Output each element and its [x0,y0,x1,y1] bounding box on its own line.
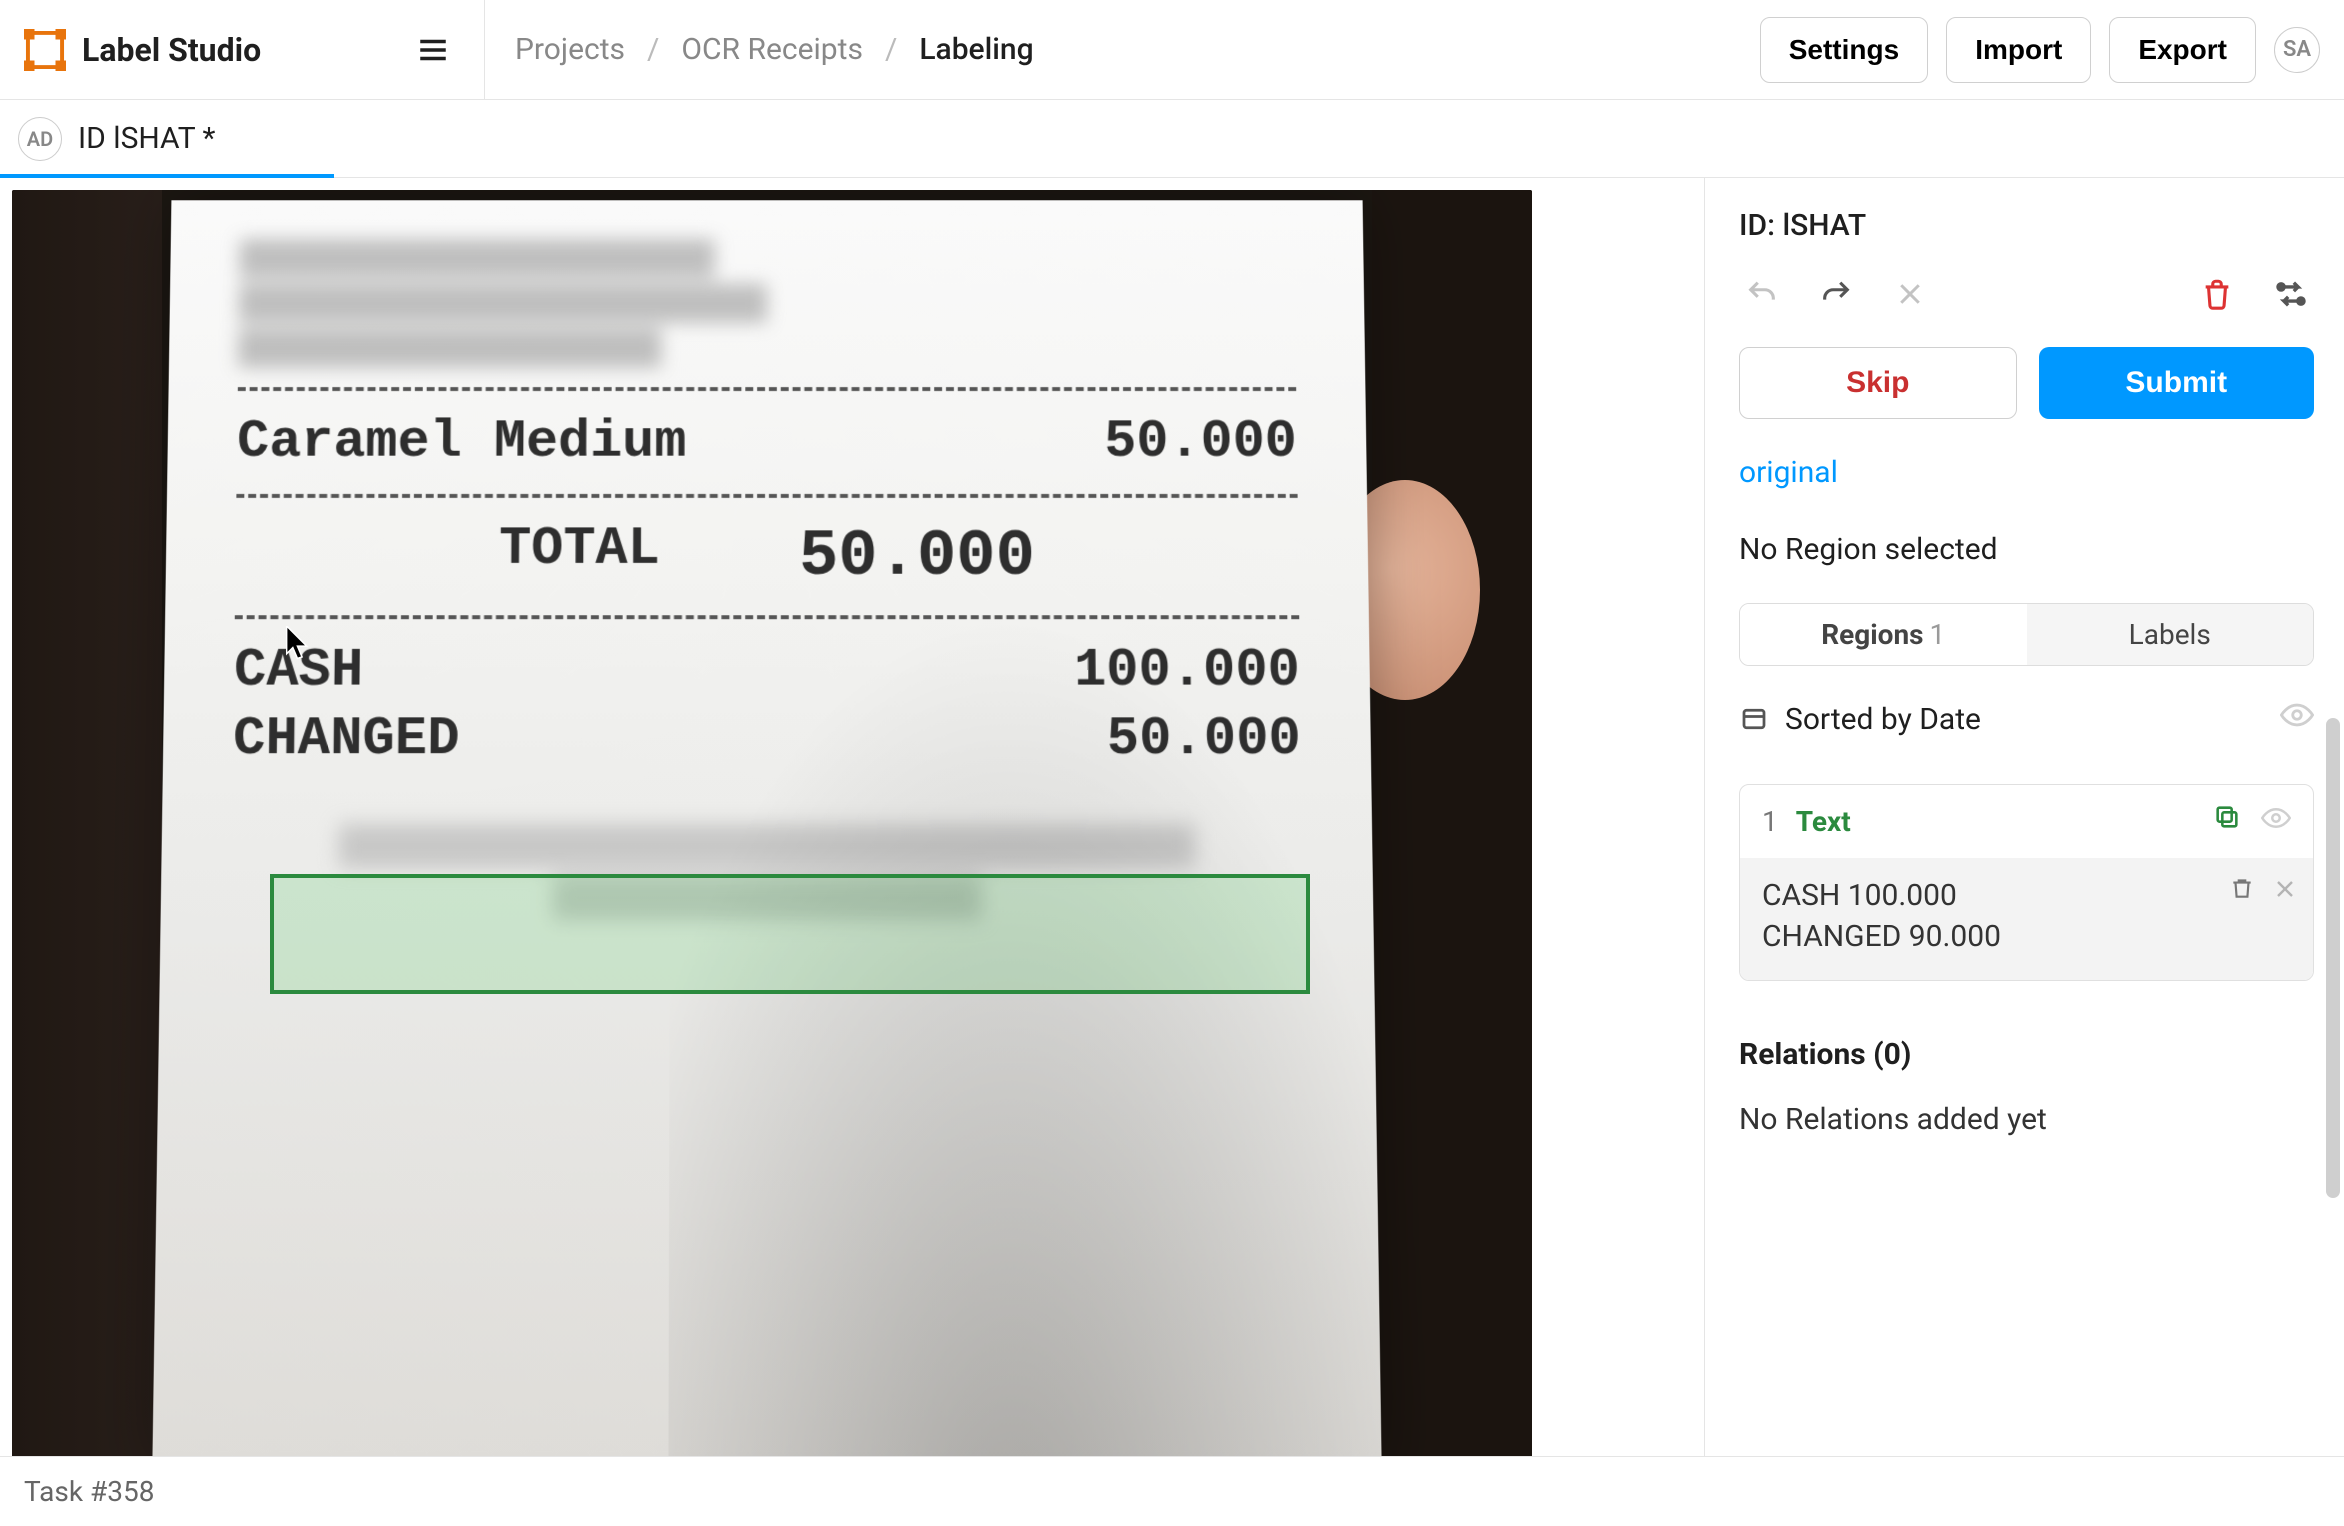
tab-labels[interactable]: Labels [2027,604,2314,665]
no-region-text: No Region selected [1739,532,2314,567]
receipt-changed-row: CHANGED 50.000 [233,705,1302,774]
annotator-badge: AD [18,117,62,161]
breadcrumb: Projects / OCR Receipts / Labeling [515,32,1740,67]
sort-row[interactable]: Sorted by Date [1739,698,2314,740]
menu-icon[interactable] [412,29,454,71]
redo-icon[interactable] [1813,271,1859,317]
visibility-icon[interactable] [2261,803,2291,840]
logo-block: Label Studio [24,29,454,71]
receipt-line-item: Caramel Medium 50.000 [237,409,1298,477]
trash-icon[interactable] [2229,874,2255,909]
breadcrumb-root[interactable]: Projects [515,32,625,67]
region-head: 1 Text [1740,785,2313,858]
region-text-line1: CASH 100.000 [1762,878,2291,913]
history-toolbar [1739,271,2314,317]
bg-right [1372,190,1532,1456]
region-card[interactable]: 1 Text CASH 100.000 CHANGED 90.000 [1739,784,2314,981]
tab-regions-label: Regions [1821,618,1923,651]
receipt-image: Caramel Medium 50.000 TOTAL 50.000 CASH … [152,200,1381,1456]
image-canvas[interactable]: Caramel Medium 50.000 TOTAL 50.000 CASH … [12,190,1532,1456]
delete-icon[interactable] [2194,271,2240,317]
receipt-cash-row: CASH 100.000 [234,637,1301,705]
regions-tabs: Regions1 Labels [1739,603,2314,666]
task-tab-bar: AD ID lSHAT * [0,100,2344,178]
tab-regions-count: 1 [1930,618,1946,651]
receipt-changed-label: CHANGED [233,709,460,770]
receipt-total-label: TOTAL [499,520,660,594]
canvas-wrap: Caramel Medium 50.000 TOTAL 50.000 CASH … [0,178,1704,1456]
sort-icon [1739,704,1769,734]
receipt-total-value: 50.000 [799,520,1035,594]
divider [484,0,485,100]
receipt-item-price: 50.000 [1104,413,1297,473]
swap-icon[interactable] [2268,271,2314,317]
region-body: CASH 100.000 CHANGED 90.000 [1740,858,2313,980]
receipt-cash-value: 100.000 [1074,641,1301,701]
visibility-all-icon[interactable] [2280,698,2314,740]
bg-left [12,190,162,1456]
logo-icon [24,29,66,71]
undo-icon[interactable] [1739,271,1785,317]
region-text-line2: CHANGED 90.000 [1762,919,2291,954]
blurred-header [238,239,1296,368]
tab-regions[interactable]: Regions1 [1740,604,2027,665]
app-name: Label Studio [82,31,261,69]
export-button[interactable]: Export [2109,17,2256,83]
task-tab-title[interactable]: ID lSHAT * [78,121,215,156]
header-actions: Settings Import Export SA [1760,17,2320,83]
scrollbar[interactable] [2326,718,2340,1198]
cursor-icon [286,626,312,660]
breadcrumb-separator: / [647,32,659,67]
submit-row: Skip Submit [1739,347,2314,419]
copy-icon[interactable] [2213,803,2241,840]
breadcrumb-separator: / [885,32,897,67]
submit-button[interactable]: Submit [2039,347,2315,419]
original-link[interactable]: original [1739,455,2314,490]
avatar[interactable]: SA [2274,27,2320,73]
relations-empty: No Relations added yet [1739,1102,2314,1137]
receipt-item-label: Caramel Medium [237,413,687,473]
region-label: Text [1796,805,1851,838]
footer: Task #358 [0,1456,2344,1526]
settings-button[interactable]: Settings [1760,17,1928,83]
receipt-total-row: TOTAL 50.000 [235,516,1299,598]
receipt-changed-value: 50.000 [1107,709,1302,770]
annotation-bbox[interactable] [270,874,1310,994]
breadcrumb-project[interactable]: OCR Receipts [681,32,863,67]
task-id-label: ID: lSHAT [1739,208,2314,243]
close-icon[interactable] [2273,874,2297,909]
skip-button[interactable]: Skip [1739,347,2017,419]
workspace: Caramel Medium 50.000 TOTAL 50.000 CASH … [0,178,2344,1456]
relations-title: Relations (0) [1739,1037,2314,1072]
region-index: 1 [1762,805,1778,838]
breadcrumb-current: Labeling [919,32,1033,67]
app-header: Label Studio Projects / OCR Receipts / L… [0,0,2344,100]
annotation-panel: ID: lSHAT Skip Submit original No Region… [1704,178,2344,1456]
sort-label: Sorted by Date [1785,702,1981,737]
task-number: Task #358 [24,1475,154,1508]
reset-icon[interactable] [1887,271,1933,317]
import-button[interactable]: Import [1946,17,2091,83]
